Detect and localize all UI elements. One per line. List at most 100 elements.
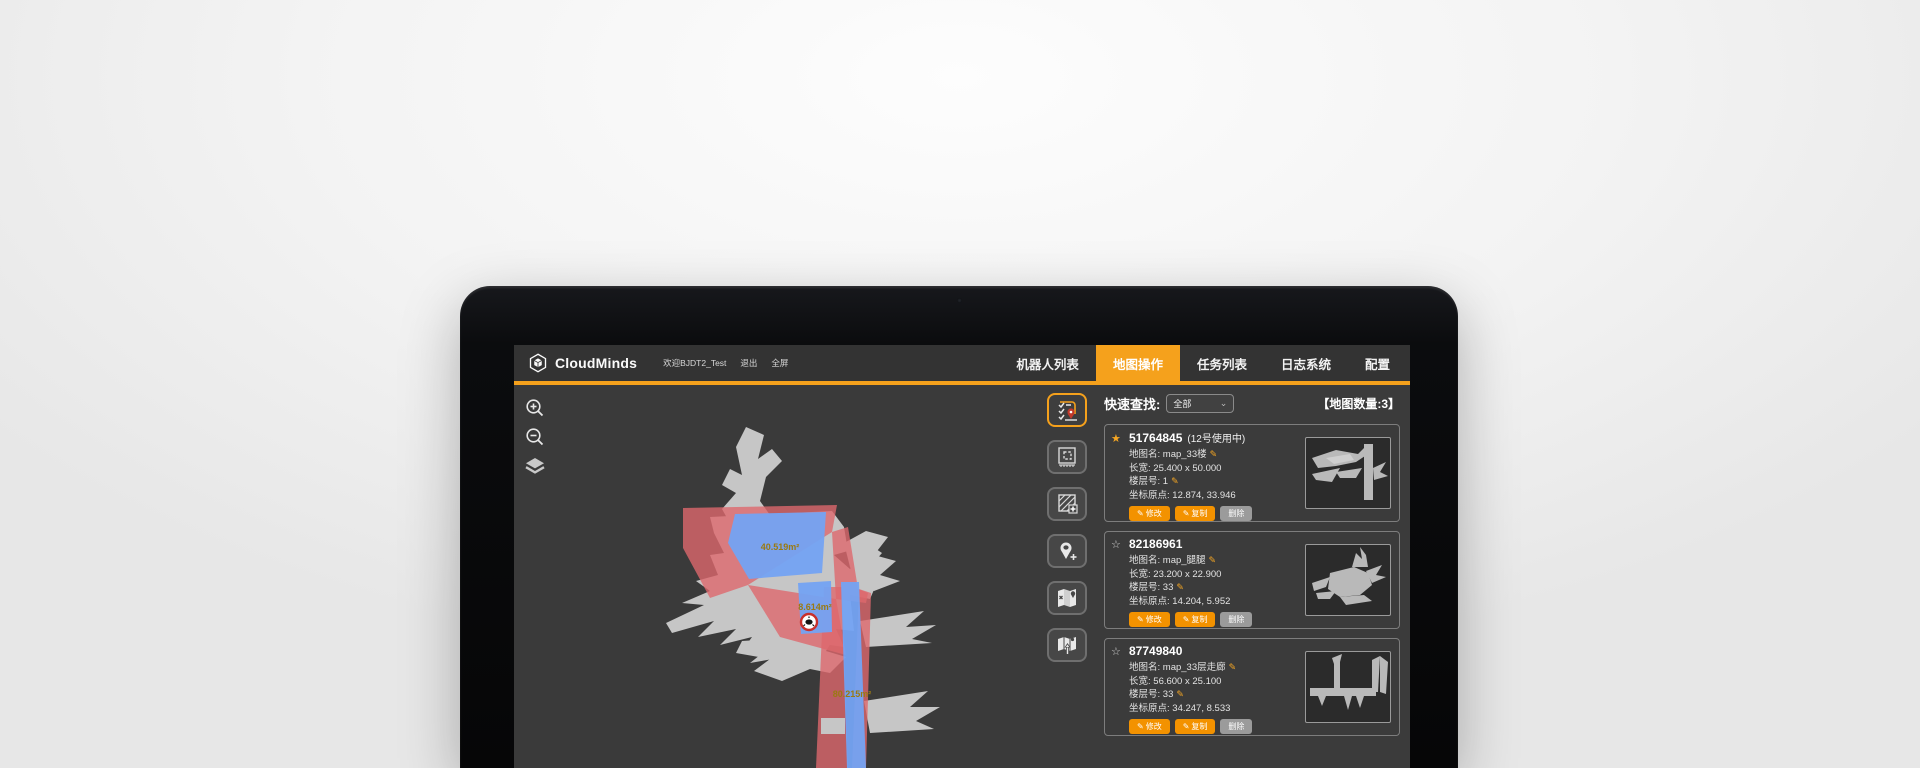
map-thumbnail[interactable] [1305,437,1391,509]
favorite-star-icon[interactable]: ★ [1111,432,1124,445]
edit-pencil-icon[interactable]: ✎ [1209,555,1217,565]
row-value: 1 [1163,476,1168,487]
upload-map-tool-button[interactable] [1047,628,1087,662]
row-value: 23.200 x 22.900 [1153,569,1221,580]
row-label: 坐标原点: [1129,703,1170,714]
edit-pencil-icon: ✎ [1137,722,1144,731]
map-gray-rect [821,718,845,734]
favorite-star-icon[interactable]: ☆ [1111,645,1124,658]
layers-icon[interactable] [524,455,546,477]
edit-pencil-icon: ✎ [1137,509,1144,518]
map-list-panel: 快速查找: 全部 ⌄ 【地图数量:3】 ★ 51764845 (12号使用中) [1094,385,1410,768]
delete-button[interactable]: 删除 [1220,612,1252,627]
map-card[interactable]: ☆ 82186961 地图名: map_腿腿✎ 长宽: 23.200 x 22.… [1104,531,1400,629]
map-id: 82186961 [1129,537,1182,551]
logout-link[interactable]: 退出 [740,357,757,369]
edit-pencil-icon: ✎ [1183,509,1190,518]
edit-pencil-icon[interactable]: ✎ [1176,582,1184,592]
poi-checklist-tool-button[interactable] [1047,393,1087,427]
nav-robot-list[interactable]: 机器人列表 [999,345,1096,381]
row-value: 33 [1163,689,1174,700]
edit-pencil-icon: ✎ [1183,722,1190,731]
add-zone-icon [1055,493,1079,515]
row-label: 地图名: [1129,662,1160,673]
area-label-1: 40.519m² [761,542,800,552]
modify-button[interactable]: ✎修改 [1129,719,1170,734]
add-poi-icon [1055,540,1079,562]
map-thumbnail[interactable] [1305,544,1391,616]
cloudminds-logo-icon [528,353,548,373]
measure-area-icon [1055,446,1079,468]
map-card[interactable]: ☆ 87749840 地图名: map_33层走廊✎ 长宽: 56.600 x … [1104,638,1400,736]
edit-pencil-icon[interactable]: ✎ [1229,662,1237,672]
laptop-mockup: CloudMinds 欢迎BJDT2_Test 退出 全屏 机器人列表 地图操作… [460,286,1458,768]
map-with-pin-icon [1055,587,1079,609]
quick-find-row: 快速查找: 全部 ⌄ 【地图数量:3】 [1104,391,1400,415]
brand-name: CloudMinds [555,355,637,371]
row-label: 楼层号: [1129,582,1160,593]
copy-button[interactable]: ✎复制 [1175,612,1216,627]
favorite-star-icon[interactable]: ☆ [1111,538,1124,551]
add-poi-tool-button[interactable] [1047,534,1087,568]
map-card[interactable]: ★ 51764845 (12号使用中) 地图名: map_33楼✎ 长宽: 25… [1104,424,1400,522]
area-label-2: 8.614m² [798,602,832,612]
filter-selected-value: 全部 [1173,397,1219,410]
map-id: 87749840 [1129,644,1182,658]
welcome-text: 欢迎BJDT2_Test [663,357,726,369]
main-nav: 机器人列表 地图操作 任务列表 日志系统 配置 [999,345,1410,381]
edit-pencil-icon: ✎ [1183,615,1190,624]
content: 40.519m² 8.614m² 80.215m² [514,385,1410,768]
copy-button[interactable]: ✎复制 [1175,506,1216,521]
map-thumbnail[interactable] [1305,651,1391,723]
app-header: CloudMinds 欢迎BJDT2_Test 退出 全屏 机器人列表 地图操作… [514,345,1410,381]
row-label: 长宽: [1129,569,1151,580]
app-screen: CloudMinds 欢迎BJDT2_Test 退出 全屏 机器人列表 地图操作… [514,345,1410,768]
map-filter-select[interactable]: 全部 ⌄ [1166,394,1234,413]
occupancy-map[interactable]: 40.519m² 8.614m² 80.215m² [514,385,1040,768]
edit-pencil-icon[interactable]: ✎ [1210,449,1218,459]
row-value: 25.400 x 50.000 [1153,463,1221,474]
row-value: 12.874, 33.946 [1172,490,1235,501]
map-zoom-controls [524,397,546,477]
row-value: 33 [1163,582,1174,593]
nav-config[interactable]: 配置 [1348,345,1410,381]
row-label: 地图名: [1129,555,1160,566]
edit-pencil-icon[interactable]: ✎ [1176,689,1184,699]
map-toolbar [1040,385,1094,768]
robot-marker-icon[interactable] [801,614,817,630]
row-value: 56.600 x 25.100 [1153,676,1221,687]
row-label: 地图名: [1129,449,1160,460]
row-label: 长宽: [1129,676,1151,687]
nav-task-list[interactable]: 任务列表 [1180,345,1264,381]
row-label: 坐标原点: [1129,490,1170,501]
row-value: 34.247, 8.533 [1172,703,1230,714]
modify-button[interactable]: ✎修改 [1129,506,1170,521]
chevron-down-icon: ⌄ [1220,399,1228,408]
row-value: map_33层走廊 [1163,662,1226,673]
nav-map-operation[interactable]: 地图操作 [1096,345,1180,381]
map-count-badge: 【地图数量:3】 [1317,395,1400,412]
measure-area-tool-button[interactable] [1047,440,1087,474]
row-value: map_腿腿 [1163,555,1206,566]
modify-button[interactable]: ✎修改 [1129,612,1170,627]
copy-button[interactable]: ✎复制 [1175,719,1216,734]
quick-find-label: 快速查找: [1104,394,1160,413]
edit-pencil-icon[interactable]: ✎ [1171,476,1179,486]
row-value: map_33楼 [1163,449,1207,460]
brand: CloudMinds [528,353,637,373]
fullscreen-link[interactable]: 全屏 [771,357,788,369]
edit-pencil-icon: ✎ [1137,615,1144,624]
row-value: 14.204, 5.952 [1172,596,1230,607]
area-label-3: 80.215m² [833,689,872,699]
nav-log-system[interactable]: 日志系统 [1264,345,1348,381]
zoom-out-icon[interactable] [524,426,546,448]
delete-button[interactable]: 删除 [1220,506,1252,521]
add-zone-tool-button[interactable] [1047,487,1087,521]
welcome-group: 欢迎BJDT2_Test 退出 全屏 [663,357,788,369]
map-canvas[interactable]: 40.519m² 8.614m² 80.215m² [514,385,1040,768]
map-pin-tool-button[interactable] [1047,581,1087,615]
row-label: 长宽: [1129,463,1151,474]
delete-button[interactable]: 删除 [1220,719,1252,734]
zoom-in-icon[interactable] [524,397,546,419]
map-in-use-tag: (12号使用中) [1187,430,1245,445]
